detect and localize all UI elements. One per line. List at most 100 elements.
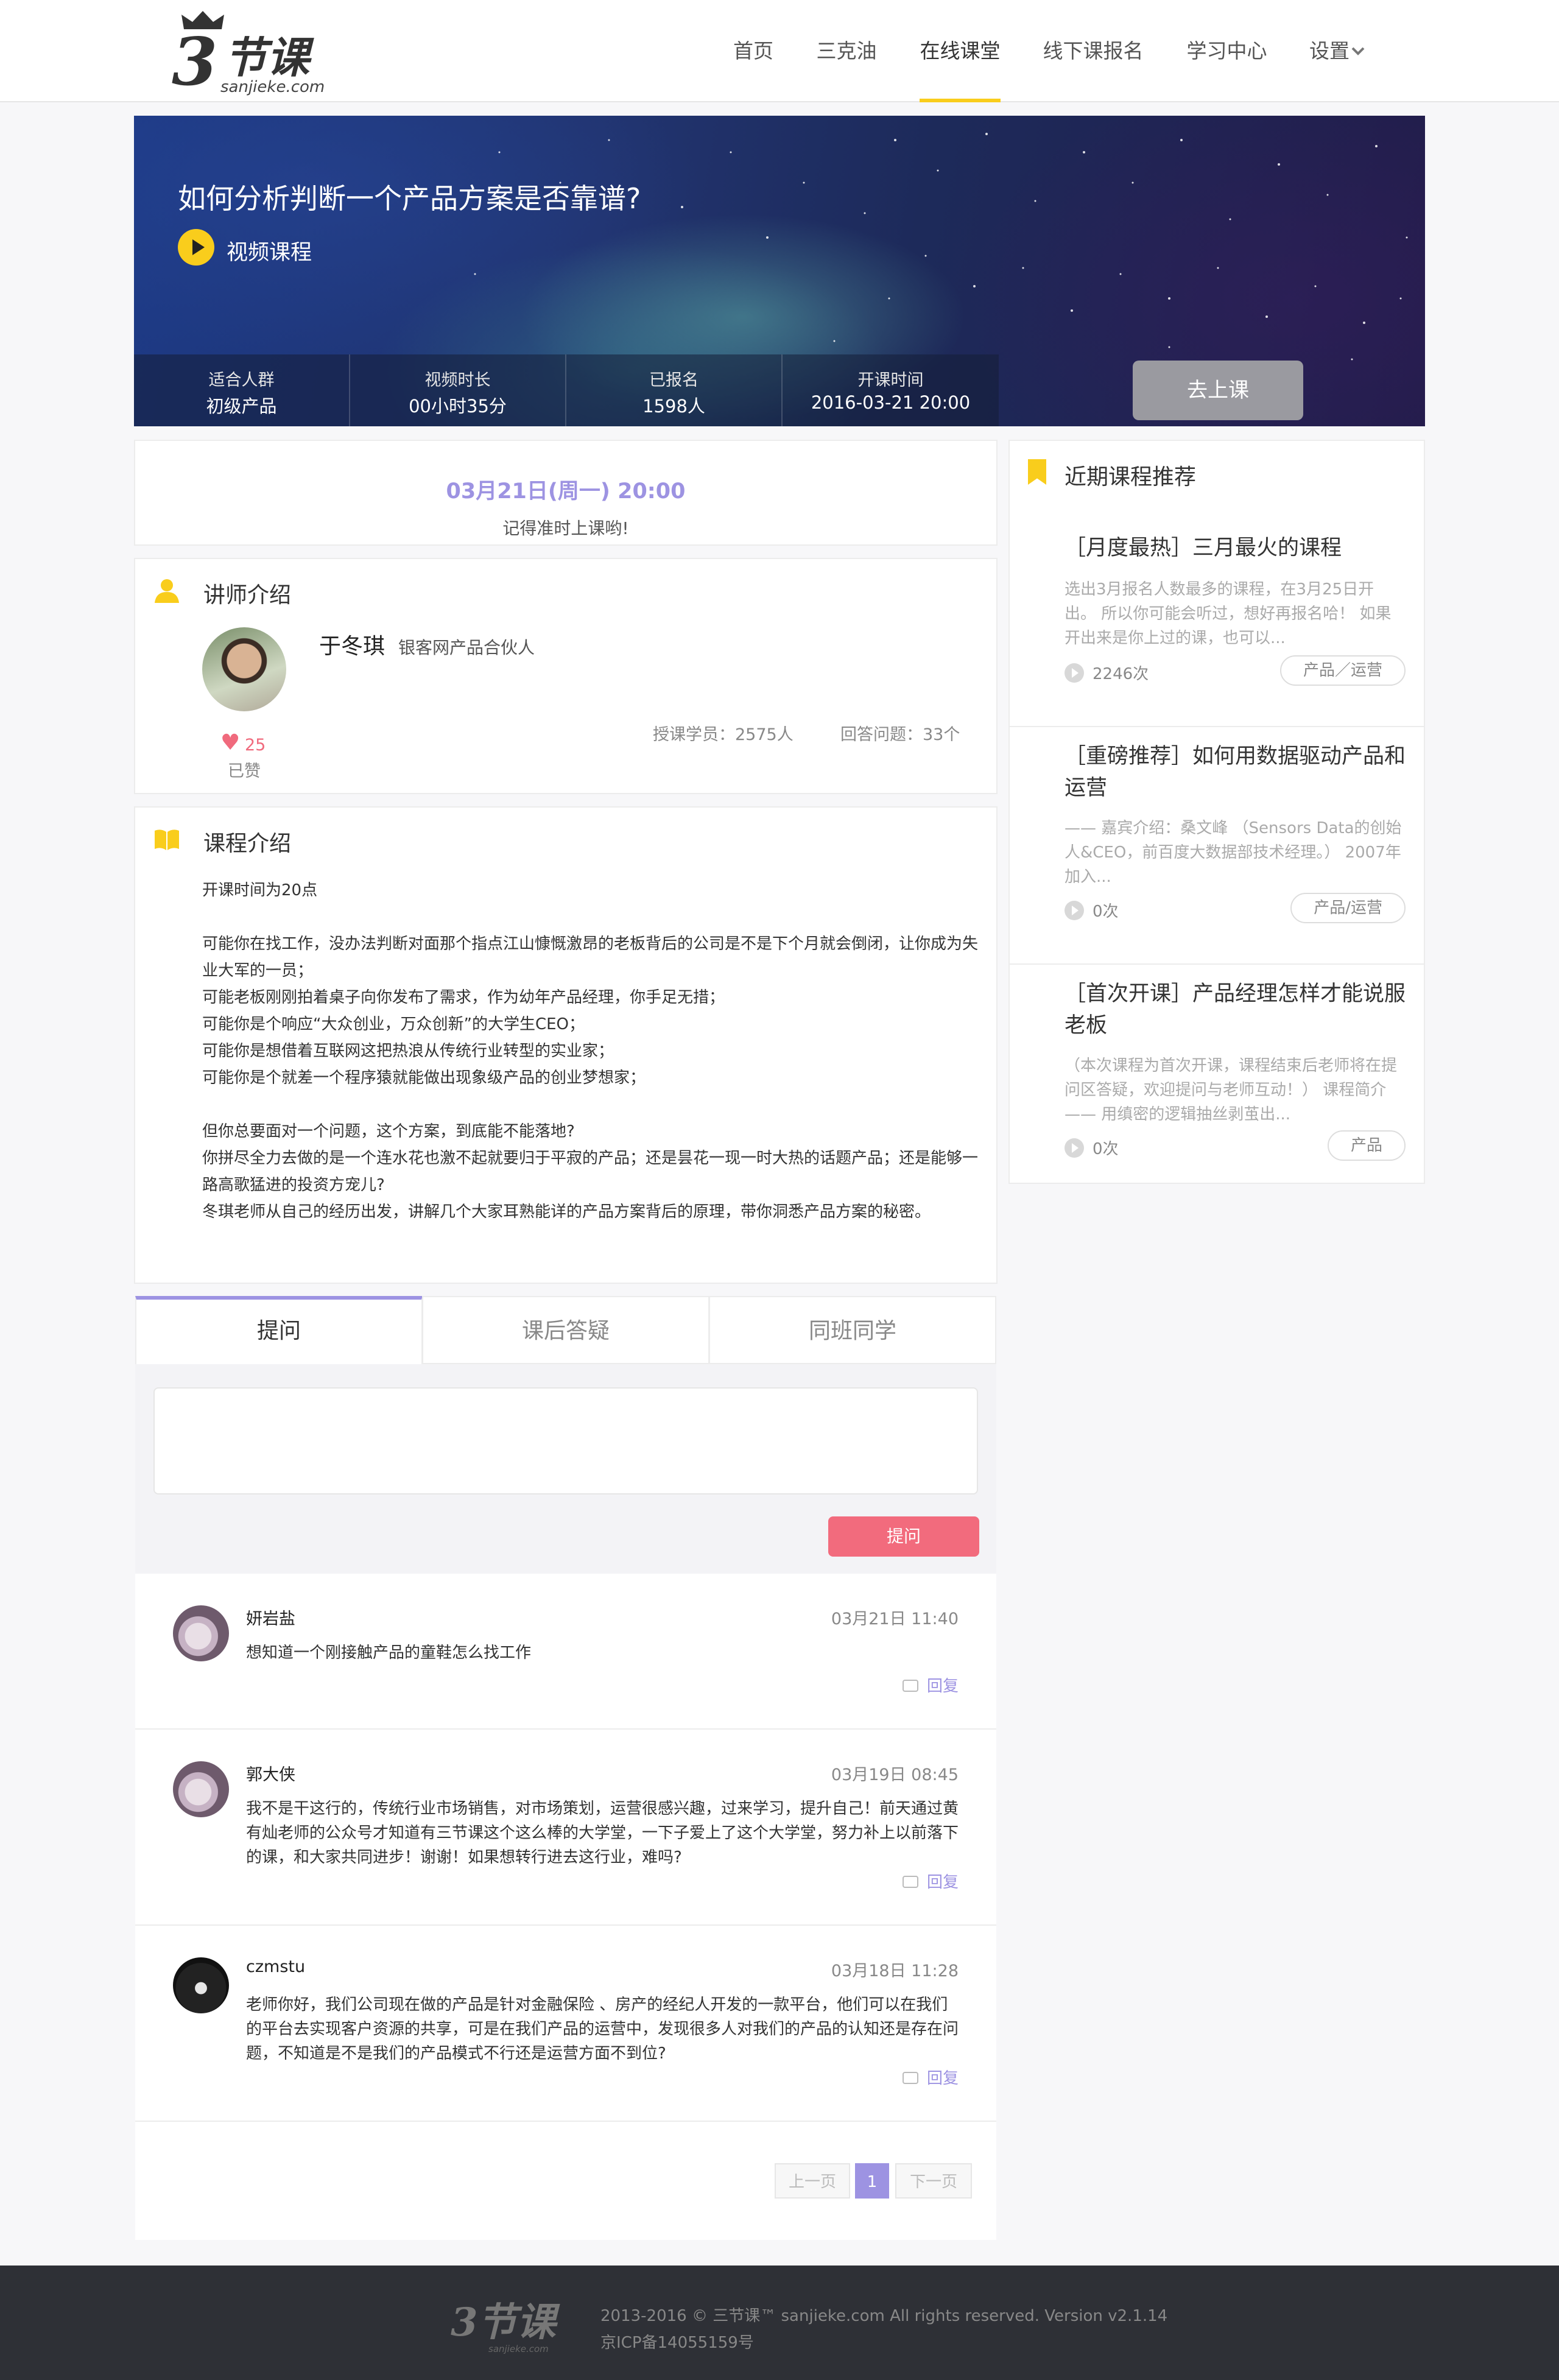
- recommended-course-desc: 选出3月报名人数最多的课程，在3月25日开出。 所以你可能会听过，想好再报名哈！…: [1065, 580, 1392, 647]
- view-count: 0次: [1065, 899, 1119, 922]
- footer-icp[interactable]: 京ICP备14055159号: [600, 2330, 754, 2353]
- intro-paragraph: 但你总要面对一个问题，这个方案，到底能不能落地?: [202, 1122, 575, 1141]
- teacher-role: 银客网产品合伙人: [398, 638, 535, 658]
- logo-number: 3: [172, 24, 218, 100]
- site-logo[interactable]: 3 节课 sanjieke.com: [171, 11, 329, 96]
- question-item: 郭大侠 03月19日 08:45 我不是干这行的，传统行业市场销售，对市场策划，…: [135, 1730, 996, 1926]
- nav-offline-signup[interactable]: 线下课报名: [1043, 0, 1144, 102]
- comment-icon: [902, 1875, 918, 1888]
- footer-logo[interactable]: 3节课: [451, 2303, 556, 2342]
- play-icon: [1065, 663, 1084, 683]
- logo-text: 节课: [224, 33, 309, 83]
- course-stats: 适合人群 初级产品 视频时长 00小时35分 已报名 1598人 开课时间 20…: [134, 354, 999, 426]
- reply-button[interactable]: 回复: [902, 2066, 959, 2088]
- stat-duration: 视频时长 00小时35分: [350, 354, 566, 426]
- go-to-class-button[interactable]: 去上课: [1133, 361, 1303, 420]
- page-number-button[interactable]: 1: [855, 2163, 889, 2199]
- heart-icon[interactable]: ♥: [220, 732, 240, 754]
- reply-button[interactable]: 回复: [902, 1674, 959, 1696]
- avatar[interactable]: [173, 1605, 229, 1661]
- tab-after-class-qa[interactable]: 课后答疑: [422, 1296, 709, 1364]
- question-input[interactable]: [153, 1387, 978, 1495]
- recommended-course-item[interactable]: ［重磅推荐］如何用数据驱动产品和运营 —— 嘉宾介绍：桑文峰 （Sensors …: [1010, 727, 1424, 965]
- question-user[interactable]: 郭大侠: [246, 1761, 295, 1785]
- avatar[interactable]: [173, 1957, 229, 2013]
- course-intro-card: 课程介绍 开课时间为20点 可能你在找工作，没办法判断对面那个指点江山慷慨激昂的…: [134, 806, 998, 1284]
- submit-question-button[interactable]: 提问: [828, 1516, 979, 1557]
- play-icon: [1065, 900, 1084, 920]
- category-tag[interactable]: 产品／运营: [1279, 655, 1406, 686]
- question-text: 老师你好，我们公司现在做的产品是针对金融保险 、房产的经纪人开发的一款平台，他们…: [246, 1996, 959, 2063]
- recommended-course-item[interactable]: ［月度最热］三月最火的课程 选出3月报名人数最多的课程，在3月25日开出。 所以…: [1010, 519, 1424, 727]
- question-item: 妍岩盐 03月21日 11:40 想知道一个刚接触产品的童鞋怎么找工作 回复: [135, 1574, 996, 1730]
- category-tag[interactable]: 产品/运营: [1290, 893, 1406, 923]
- intro-paragraph: 你拼尽全力去做的是一个连水花也激不起就要归于平寂的产品；还是昙花一现一时大热的话…: [202, 1149, 979, 1194]
- tab-classmates[interactable]: 同班同学: [709, 1296, 996, 1364]
- stat-start-time: 开课时间 2016-03-21 20:00: [811, 371, 971, 413]
- recommended-course-item[interactable]: ［首次开课］产品经理怎样才能说服老板 （本次课程为首次开课，课程结束后老师将在提…: [1010, 965, 1424, 1183]
- intro-paragraph: 可能你在找工作，没办法判断对面那个指点江山慷慨激昂的老板背后的公司是不是下个月就…: [202, 935, 979, 980]
- recommended-course-desc: —— 嘉宾介绍：桑文峰 （Sensors Data的创始人&CEO，前百度大数据…: [1065, 819, 1402, 886]
- like-count: 25: [245, 736, 266, 755]
- recommended-course-desc: （本次课程为首次开课，课程结束后老师将在提问区答疑，欢迎提问与老师互动！） 课程…: [1065, 1057, 1398, 1124]
- tab-ask[interactable]: 提问: [135, 1296, 423, 1364]
- nav-sankeyou[interactable]: 三克油: [816, 0, 877, 102]
- teacher-answers: 回答问题：33个: [840, 725, 960, 744]
- nav-online-class[interactable]: 在线课堂: [920, 0, 1001, 102]
- chevron-down-icon[interactable]: [1351, 46, 1365, 56]
- recommended-course-title[interactable]: ［月度最热］三月最火的课程: [1065, 532, 1406, 564]
- intro-paragraph: 可能老板刚刚拍着桌子向你发布了需求，作为幼年产品经理，你手足无措；: [202, 988, 725, 1007]
- question-text: 想知道一个刚接触产品的童鞋怎么找工作: [246, 1644, 532, 1662]
- nav-home[interactable]: 首页: [733, 0, 773, 102]
- footer-copyright: 2013-2016 © 三节课™ sanjieke.com All rights…: [600, 2307, 1168, 2325]
- intro-body: 开课时间为20点 可能你在找工作，没办法判断对面那个指点江山慷慨激昂的老板背后的…: [202, 877, 982, 1225]
- category-tag[interactable]: 产品: [1327, 1130, 1406, 1161]
- reply-label: 回复: [926, 1873, 959, 1892]
- teacher-section-title: 讲师介绍: [203, 583, 292, 608]
- view-count: 2246次: [1065, 661, 1149, 685]
- user-icon: [155, 579, 179, 603]
- nav-active-indicator: [920, 99, 1001, 102]
- course-hero-banner: 如何分析判断一个产品方案是否靠谱? 视频课程 适合人群 初级产品 视频时长 00…: [134, 116, 1425, 426]
- intro-paragraph: [202, 1091, 982, 1118]
- teacher-card: 讲师介绍 于冬琪 银客网产品合伙人 ♥ 25 已赞 授课学员：2575人 回答问…: [134, 558, 998, 794]
- schedule-date: 03月21日(周一) 20:00: [446, 479, 686, 504]
- qa-tabs: 提问 课后答疑 同班同学: [135, 1296, 996, 1364]
- avatar[interactable]: [173, 1761, 229, 1817]
- logo-domain: sanjieke.com: [220, 78, 325, 96]
- intro-paragraph: 可能你是个响应“大众创业，万众创新”的大学生CEO；: [202, 1015, 585, 1033]
- reply-label: 回复: [926, 2069, 959, 2088]
- nav-learning-center[interactable]: 学习中心: [1186, 0, 1267, 102]
- question-time: 03月19日 08:45: [831, 1766, 959, 1784]
- question-user[interactable]: czmstu: [246, 1957, 305, 1976]
- question-text: 我不是干这行的，传统行业市场销售，对市场策划，运营很感兴趣，过来学习，提升自己！…: [246, 1800, 959, 1867]
- recommended-course-title[interactable]: ［首次开课］产品经理怎样才能说服老板: [1065, 978, 1406, 1041]
- like-state: 已赞: [228, 762, 261, 781]
- schedule-card: 03月21日(周一) 20:00 记得准时上课哟!: [134, 440, 998, 546]
- intro-paragraph: 可能你是个就差一个程序猿就能做出现象级产品的创业梦想家；: [202, 1069, 646, 1087]
- question-user[interactable]: 妍岩盐: [246, 1605, 295, 1629]
- play-icon: [178, 229, 214, 266]
- prev-page-button[interactable]: 上一页: [775, 2163, 850, 2199]
- recommended-course-title[interactable]: ［重磅推荐］如何用数据驱动产品和运营: [1065, 741, 1406, 804]
- footer: 3节课 sanjieke.com 2013-2016 © 三节课™ sanjie…: [0, 2266, 1559, 2380]
- schedule-note: 记得准时上课哟!: [502, 518, 629, 538]
- comment-icon: [902, 1679, 918, 1692]
- course-title: 如何分析判断一个产品方案是否靠谱?: [178, 182, 641, 215]
- intro-section-title: 课程介绍: [203, 831, 292, 856]
- intro-paragraph: 冬琪老师从自己的经历出发，讲解几个大家耳熟能详的产品方案背后的原理，带你洞悉产品…: [202, 1203, 931, 1221]
- question-time: 03月18日 11:28: [831, 1962, 959, 1980]
- bookmark-icon: [1028, 459, 1046, 485]
- teacher-avatar[interactable]: [202, 627, 286, 711]
- footer-logo-domain: sanjieke.com: [488, 2343, 549, 2354]
- reply-button[interactable]: 回复: [902, 1870, 959, 1892]
- nav-settings[interactable]: 设置: [1309, 0, 1351, 102]
- stat-enrolled: 已报名 1598人: [566, 354, 783, 426]
- intro-paragraph: [202, 904, 982, 931]
- teacher-students: 授课学员：2575人: [653, 725, 794, 744]
- intro-paragraph: 可能你是想借着互联网这把热浪从传统行业转型的实业家；: [202, 1042, 614, 1060]
- view-count: 0次: [1065, 1136, 1119, 1160]
- question-list: 妍岩盐 03月21日 11:40 想知道一个刚接触产品的童鞋怎么找工作 回复 郭…: [135, 1574, 996, 2240]
- next-page-button[interactable]: 下一页: [895, 2163, 972, 2199]
- top-nav-bar: 3 节课 sanjieke.com 首页 三克油 在线课堂 线下课报名 学习中心…: [0, 0, 1559, 102]
